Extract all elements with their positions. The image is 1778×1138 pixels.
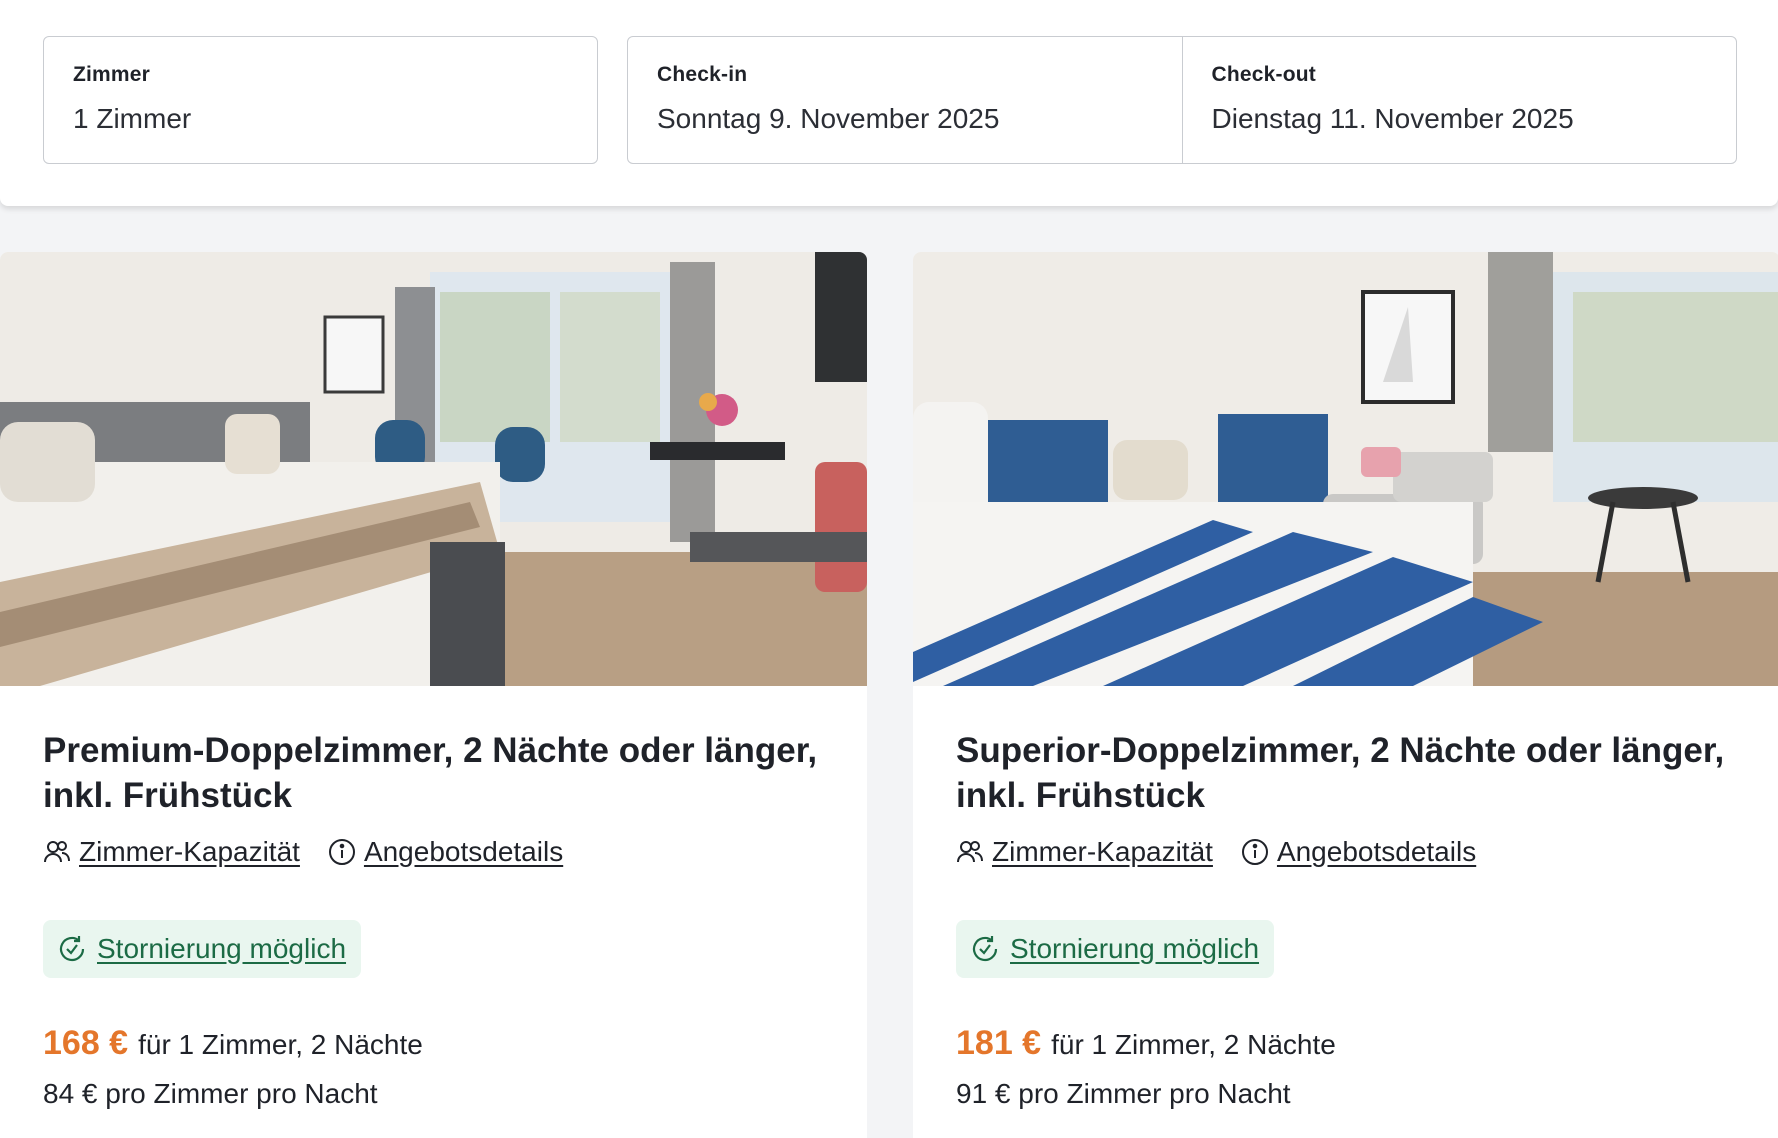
offer-title: Superior-Doppelzimmer, 2 Nächte oder län… xyxy=(956,731,1725,815)
checkin-value: Sonntag 9. November 2025 xyxy=(657,103,1000,134)
cancellation-badge[interactable]: Stornierung möglich xyxy=(956,920,1275,978)
per-night-price: 91 € pro Zimmer pro Nacht xyxy=(956,1078,1291,1109)
room-photo[interactable] xyxy=(913,252,1778,686)
rooms-selector[interactable]: Zimmer 1 Zimmer xyxy=(43,36,598,164)
details-link-label: Angebotsdetails xyxy=(1276,836,1477,867)
offer-links: Zimmer-Kapazität Angebotsdetails xyxy=(956,836,1504,868)
checkin-label: Check-in xyxy=(657,63,748,86)
offer-card: Premium-Doppelzimmer, 2 Nächte oder läng… xyxy=(0,252,867,1138)
price-description: für 1 Zimmer, 2 Nächte xyxy=(138,1029,423,1060)
cancellation-label: Stornierung möglich xyxy=(97,933,347,964)
offer-title: Premium-Doppelzimmer, 2 Nächte oder läng… xyxy=(43,731,818,815)
price-line: 181 € für 1 Zimmer, 2 Nächte xyxy=(956,1024,1336,1063)
rooms-label: Zimmer xyxy=(73,63,151,86)
offer-links: Zimmer-Kapazität Angebotsdetails xyxy=(43,836,591,868)
rooms-value: 1 Zimmer xyxy=(73,103,192,134)
total-price: 181 € xyxy=(956,1024,1042,1062)
price-description: für 1 Zimmer, 2 Nächte xyxy=(1051,1029,1336,1060)
price-line: 168 € für 1 Zimmer, 2 Nächte xyxy=(43,1024,423,1063)
capacity-link-label: Zimmer-Kapazität xyxy=(79,836,300,867)
search-bar: Zimmer 1 Zimmer Check-in Sonntag 9. Nove… xyxy=(0,0,1778,206)
checkin-field[interactable]: Check-in Sonntag 9. November 2025 xyxy=(628,37,1182,163)
total-price: 168 € xyxy=(43,1024,129,1062)
users-icon xyxy=(957,841,983,863)
capacity-link[interactable]: Zimmer-Kapazität xyxy=(956,836,1213,868)
capacity-link[interactable]: Zimmer-Kapazität xyxy=(43,836,300,868)
refresh-check-icon xyxy=(972,936,998,962)
details-link[interactable]: Angebotsdetails xyxy=(328,836,563,868)
refresh-check-icon xyxy=(59,936,85,962)
cancellation-label: Stornierung möglich xyxy=(1010,933,1260,964)
details-link-label: Angebotsdetails xyxy=(363,836,564,867)
capacity-link-label: Zimmer-Kapazität xyxy=(992,836,1213,867)
checkout-field[interactable]: Check-out Dienstag 11. November 2025 xyxy=(1181,37,1737,163)
cancellation-badge[interactable]: Stornierung möglich xyxy=(43,920,362,978)
users-icon xyxy=(44,841,70,863)
checkout-label: Check-out xyxy=(1211,63,1316,86)
details-link[interactable]: Angebotsdetails xyxy=(1241,836,1476,868)
per-night-price: 84 € pro Zimmer pro Nacht xyxy=(43,1078,378,1109)
rooms-field[interactable]: Zimmer 1 Zimmer xyxy=(44,37,597,163)
info-icon xyxy=(1241,839,1268,865)
checkout-value: Dienstag 11. November 2025 xyxy=(1211,103,1574,134)
info-icon xyxy=(328,839,355,865)
date-selector: Check-in Sonntag 9. November 2025 Check-… xyxy=(627,36,1737,164)
offer-card: Superior-Doppelzimmer, 2 Nächte oder län… xyxy=(913,252,1778,1138)
room-photo[interactable] xyxy=(0,252,867,686)
